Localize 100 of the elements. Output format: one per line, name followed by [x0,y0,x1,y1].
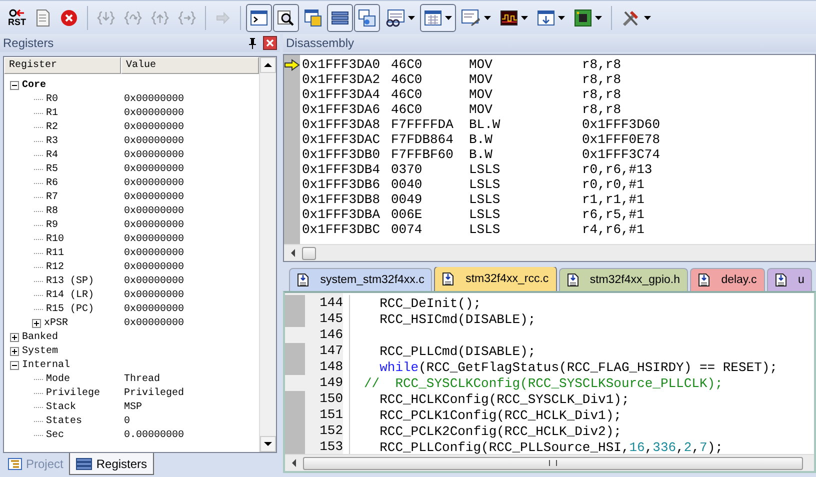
address-text: 0x1FFF3DBC [302,222,382,237]
expand-toggle[interactable] [10,346,19,356]
register-value: 0x00000000 [123,262,184,272]
opcode-text: F7FFFFDA [391,117,454,132]
register-name: R15 (PC) [46,304,94,314]
scroll-down-button[interactable] [260,436,276,452]
code-text: , [644,440,653,454]
opcode-text: 46C0 [391,72,424,87]
line-number: 146 [305,327,350,343]
column-header[interactable]: Value [121,57,259,74]
current-line-arrow-icon [284,58,300,70]
waveform-icon [500,10,518,26]
caret-icon [445,16,452,20]
code-text: RCC_HSICmd(DISABLE); [378,312,536,326]
register-name: R13 (SP) [46,276,94,286]
opcode-text: 46C0 [391,102,424,117]
register-name: R7 [46,192,58,202]
stop-icon [60,8,78,26]
address-text: 0x1FFF3DA6 [302,102,382,117]
file-tab[interactable]: delay.c [690,268,765,291]
register-value: 0x00000000 [123,192,184,202]
mnemonic-text: MOV [469,72,494,87]
register-name: R8 [46,206,58,216]
address-text: 0x1FFF3DA4 [302,87,382,102]
collapse-toggle[interactable] [10,80,19,90]
code-text: RCC_PCLK1Config(RCC_HCLK_Div1); [378,408,622,422]
register-name: R3 [46,136,58,146]
address-text: 0x1FFF3DA0 [302,57,382,72]
scroll-thumb[interactable] [302,246,316,260]
code-text: (RCC_GetFlagStatus(RCC_FLAG_HSIRDY) == RESET); [418,360,778,374]
line-number: 152 [305,423,350,439]
register-name: xPSR [44,318,68,328]
mnemonic-text: LSLS [469,207,502,222]
register-value: 0x00000000 [123,220,184,230]
number-text: 16 [629,440,645,454]
scroll-up-button[interactable] [260,57,276,73]
project-icon [8,458,22,470]
scroll-thumb[interactable] [303,456,803,470]
opcode-text: 46C0 [391,57,424,72]
symbols-icon [304,8,322,26]
collapse-toggle[interactable] [10,360,19,370]
line-number: 151 [305,407,350,423]
arrow-icon [215,10,231,26]
register-value: 0x00000000 [123,276,184,286]
code-text: RCC_HCLKConfig(RCC_SYSCLK_Div1); [378,392,630,406]
toolbar-button[interactable]: RST [4,4,30,32]
register-value: 0x00000000 [123,94,184,104]
register-name: R6 [46,178,58,188]
pin-icon[interactable] [248,38,257,48]
close-button[interactable] [263,36,277,50]
console-icon [250,10,268,26]
file-tab[interactable]: stm32f4xx_gpio.h [558,268,688,291]
number-text: 7 [700,440,708,454]
register-value: Thread [123,374,160,384]
toolbar-button[interactable] [273,4,299,32]
address-text: 0x1FFF3DA2 [302,72,382,87]
register-name: R12 [46,262,64,272]
opcode-text: 006E [391,207,424,222]
braces-icon [178,8,196,26]
register-name: R11 [46,248,64,258]
caret-icon [595,16,602,20]
expand-toggle[interactable] [32,318,41,328]
file-tab[interactable]: system_stm32f4xx.c [289,268,432,291]
toolbar-dropdown-button[interactable] [420,4,456,32]
column-header[interactable]: Register [4,57,121,74]
code-text: ); [707,440,723,454]
panel-title: Disassembly [286,36,354,50]
scrollbar[interactable] [285,454,814,471]
opcode-text: 0074 [391,222,424,237]
braces-icon [97,8,115,26]
mnemonic-text: BL.W [469,117,502,132]
file-tab[interactable]: stm32f4xx_rcc.c [434,267,557,291]
operands-text: r1,r1,#1 [582,192,644,207]
registers-icon [76,458,92,470]
file-tab[interactable]: u [766,268,812,291]
scrollbar[interactable] [259,57,276,452]
line-number: 148 [305,359,350,375]
braces-icon [124,8,142,26]
toolbar-button[interactable] [246,4,272,32]
caret-icon [644,16,651,20]
toolbar-button[interactable] [354,4,380,32]
mnemonic-text: LSLS [469,222,502,237]
register-name: Stack [46,402,76,412]
mnemonic-text: MOV [469,87,494,102]
operands-text: r8,r8 [582,57,622,72]
keyword-text: while [378,360,419,374]
toolbar-button[interactable] [327,4,353,32]
register-name: R0 [46,94,58,104]
address-text: 0x1FFF3DAC [302,132,382,147]
scrollbar[interactable] [284,244,815,261]
file-icon [698,273,710,287]
magnifier-icon [277,8,295,26]
panel-tab[interactable]: Registers [69,453,154,475]
operands-text: r6,r5,#1 [582,207,644,222]
caret-icon [521,16,528,20]
register-name: Sec [46,430,64,440]
expand-toggle[interactable] [10,332,19,342]
address-text: 0x1FFF3DBA [302,207,382,222]
register-name: Privilege [46,388,100,398]
register-value: 0 [123,416,130,426]
